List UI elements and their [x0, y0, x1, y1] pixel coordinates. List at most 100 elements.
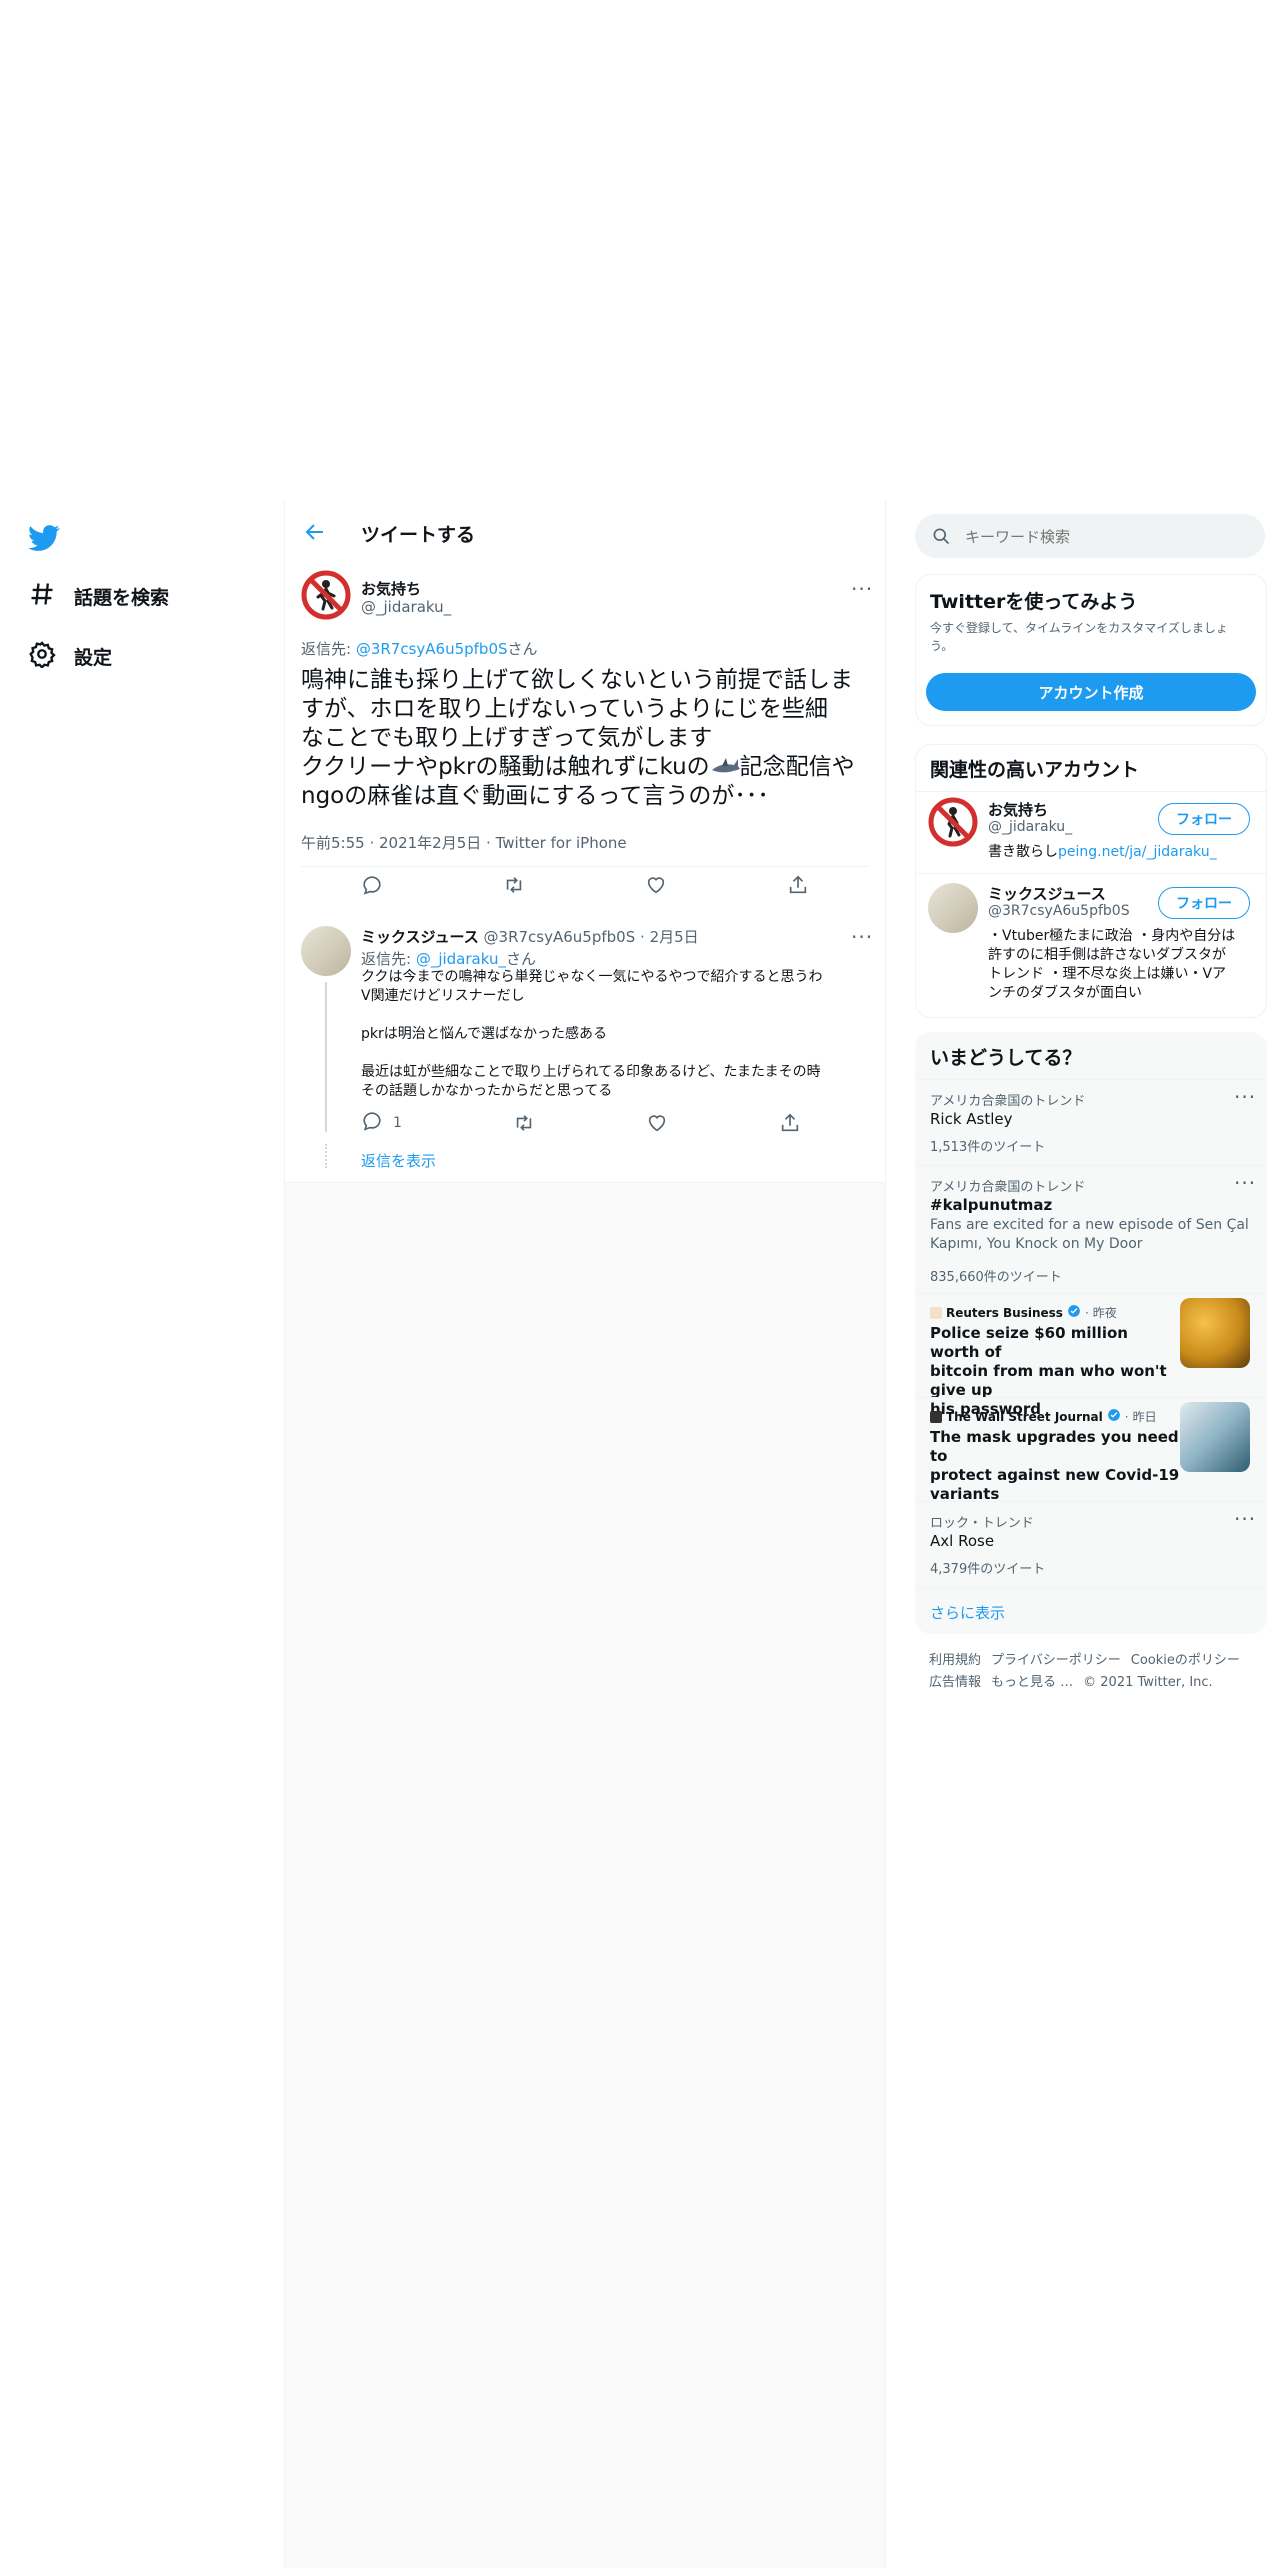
trend-item[interactable]: アメリカ合衆国のトレンド ··· #kalpunutmaz Fans are e…: [916, 1165, 1266, 1294]
avatar[interactable]: [301, 570, 351, 620]
shark-emoji-icon: [710, 754, 740, 778]
news-thumbnail[interactable]: [1180, 1402, 1250, 1472]
reply-text-line: 最近は虹が些細なことで取り上げられてる印象あるけど、たまたまその時: [361, 1064, 821, 1080]
search-icon: [931, 526, 951, 550]
trend-title: #kalpunutmaz: [930, 1196, 1053, 1214]
trend-description-line: Kapımı, You Knock on My Door: [930, 1236, 1143, 1252]
reply-icon[interactable]: [361, 874, 383, 896]
author-handle[interactable]: @3R7csyA6u5pfb0S: [484, 928, 636, 946]
more-options-icon[interactable]: ···: [1234, 1173, 1256, 1193]
tweet-text-line: すが、ホロを取り上げないっていうよりにじを些細: [301, 696, 828, 722]
author-name[interactable]: ミックスジュース: [361, 928, 479, 946]
divider: [916, 873, 1266, 874]
source-name: The Wall Street Journal: [946, 1409, 1103, 1424]
news-time: 昨日: [1132, 1410, 1157, 1424]
like-icon[interactable]: [646, 1110, 668, 1136]
account-bio: 書き散らしpeing.net/ja/_jidaraku_: [988, 841, 1217, 861]
source-logo-icon: [930, 1410, 942, 1423]
trend-description: Fans are excited for a new episode of Se…: [930, 1216, 1260, 1254]
reply-actions: 1: [361, 1110, 801, 1136]
trend-item[interactable]: アメリカ合衆国のトレンド ··· Rick Astley 1,513件のツイート: [916, 1079, 1266, 1166]
nav-settings[interactable]: 設定: [28, 634, 112, 678]
divider: [916, 791, 1266, 792]
trend-meta: アメリカ合衆国のトレンド: [930, 1094, 1086, 1109]
more-options-icon[interactable]: ···: [1234, 1087, 1256, 1107]
bio-link[interactable]: peing.net/ja/_jidaraku_: [1058, 844, 1217, 860]
tweet-time: 午前5:55: [301, 834, 365, 852]
footer-link[interactable]: もっと見る …: [991, 1672, 1073, 1694]
no-walking-icon: [301, 570, 351, 620]
more-options-icon[interactable]: ···: [851, 579, 873, 599]
bio-line: ・Vtuber極たまに政治 ・身内や自分は: [988, 928, 1236, 944]
hashtag-icon: [28, 580, 56, 613]
show-more-row[interactable]: さらに表示: [916, 1587, 1266, 1634]
show-more-link[interactable]: さらに表示: [930, 1602, 1005, 1623]
share-icon[interactable]: [787, 874, 809, 896]
avatar[interactable]: [928, 883, 978, 933]
verified-icon: [1107, 1408, 1121, 1425]
reply-count: 1: [393, 1115, 402, 1131]
tweet-date[interactable]: 2月5日: [650, 928, 699, 946]
nav-explore[interactable]: 話題を検索: [28, 574, 169, 618]
show-replies-link[interactable]: 返信を表示: [361, 1150, 436, 1171]
footer-link[interactable]: 広告情報: [929, 1672, 981, 1694]
headline-line: The mask upgrades you need to: [930, 1428, 1179, 1465]
news-thumbnail[interactable]: [1180, 1298, 1250, 1368]
reply-button[interactable]: 1: [361, 1110, 402, 1136]
retweet-icon[interactable]: [513, 1110, 535, 1136]
follow-button[interactable]: フォロー: [1158, 803, 1250, 835]
search-input[interactable]: [963, 524, 1247, 550]
more-options-icon[interactable]: ···: [1234, 1509, 1256, 1529]
back-arrow-icon[interactable]: [303, 520, 327, 544]
reply-to-link[interactable]: @3R7csyA6u5pfb0S: [356, 640, 508, 658]
footer-link[interactable]: プライバシーポリシー: [991, 1650, 1121, 1672]
account-handle[interactable]: @_jidaraku_: [988, 819, 1072, 835]
tweet-text-line: ククリーナやpkrの騒動は触れずにkuの 記念配信や: [301, 753, 871, 782]
trends-card: いまどうしてる？ アメリカ合衆国のトレンド ··· Rick Astley 1,…: [915, 1032, 1267, 1634]
retweet-icon[interactable]: [503, 874, 525, 896]
headline-line: protect against new Covid-19: [930, 1466, 1180, 1484]
follow-button[interactable]: フォロー: [1158, 887, 1250, 919]
headline-line: Police seize $60 million worth of: [930, 1324, 1128, 1361]
create-account-button[interactable]: アカウント作成: [926, 673, 1256, 711]
footer-link[interactable]: Cookieのポリシー: [1131, 1650, 1240, 1672]
like-icon[interactable]: [645, 874, 667, 896]
twitter-logo-icon[interactable]: [28, 522, 60, 554]
reply-prefix: 返信先:: [361, 950, 416, 968]
trends-title: いまどうしてる？: [930, 1047, 1082, 1069]
avatar[interactable]: [928, 797, 978, 847]
focused-tweet: お気持ち @_jidaraku_ ··· 返信先: @3R7csyA6u5pfb…: [285, 564, 885, 915]
related-accounts-card: 関連性の高いアカウント お気持ち @_jidaraku_ フォロー 書き散らしp…: [915, 744, 1267, 1018]
footer-row: 利用規約 プライバシーポリシー Cookieのポリシー: [929, 1650, 1259, 1672]
author-name[interactable]: お気持ち: [361, 578, 421, 599]
account-name[interactable]: お気持ち: [988, 799, 1048, 820]
account-name[interactable]: ミックスジュース: [988, 883, 1106, 904]
news-item[interactable]: Reuters Business · 昨夜 Police seize $60 mi…: [916, 1293, 1266, 1418]
trend-meta: アメリカ合衆国のトレンド: [930, 1180, 1086, 1195]
more-options-icon[interactable]: ···: [851, 927, 873, 947]
tweet-source[interactable]: Twitter for iPhone: [496, 834, 627, 852]
reply-suffix: さん: [505, 950, 536, 968]
bio-line: ンチのダブスタが面白い: [988, 985, 1142, 1001]
nav-explore-label: 話題を検索: [74, 586, 170, 609]
trend-item[interactable]: ロック・トレンド ··· Axl Rose 4,379件のツイート: [916, 1501, 1266, 1588]
reply-to-link[interactable]: @_jidaraku_: [416, 950, 506, 968]
tweet-text-line: 鳴神に誰も採り上げて欲しくないという前提で話しま: [301, 667, 853, 693]
author-handle[interactable]: @_jidaraku_: [361, 598, 451, 616]
trend-description-line: Fans are excited for a new episode of Se…: [930, 1217, 1249, 1233]
tweet-text-segment: 記念配信や: [739, 754, 855, 780]
account-bio: ・Vtuber極たまに政治 ・身内や自分は 許すのに相手側は許さないダブスタが …: [988, 927, 1260, 1003]
headline-line: bitcoin from man who won't give up: [930, 1362, 1167, 1399]
search-box[interactable]: [915, 514, 1265, 558]
account-handle[interactable]: @3R7csyA6u5pfb0S: [988, 903, 1130, 919]
reply-tweet[interactable]: ミックスジュース @3R7csyA6u5pfb0S · 2月5日 ··· 返信先…: [285, 914, 885, 1183]
avatar[interactable]: [301, 926, 351, 976]
source-logo-icon: [930, 1306, 942, 1319]
left-navigation: 話題を検索 設定: [0, 500, 284, 2568]
tweet-timestamp[interactable]: 午前5:55 · 2021年2月5日 · Twitter for iPhone: [301, 832, 627, 853]
footer: 利用規約 プライバシーポリシー Cookieのポリシー 広告情報 もっと見る ……: [929, 1650, 1259, 1694]
share-icon[interactable]: [779, 1110, 801, 1136]
trend-title: Rick Astley: [930, 1110, 1013, 1128]
news-item[interactable]: The Wall Street Journal · 昨日 The mask upg…: [916, 1397, 1266, 1503]
footer-link[interactable]: 利用規約: [929, 1650, 981, 1672]
